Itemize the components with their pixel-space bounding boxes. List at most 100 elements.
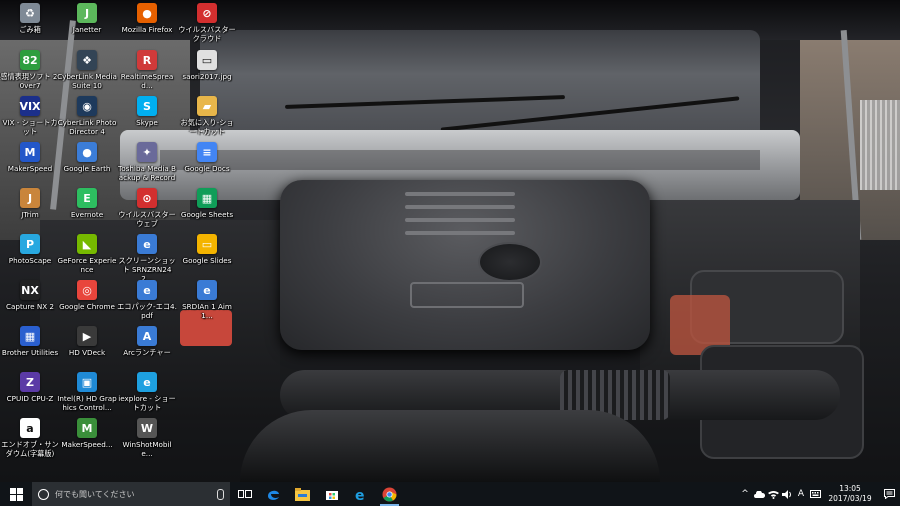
- desktop-icon-label: PhotoScape: [8, 256, 52, 265]
- desktop-icon[interactable]: ⊘ ウイルスバスター クラウド: [177, 3, 237, 43]
- desktop-icon[interactable]: ▰ お気に入り-ショートカット: [177, 96, 237, 136]
- desktop-icon[interactable]: ❖ CyberLink Media Suite 10: [57, 50, 117, 90]
- desktop-icon[interactable]: e SRDIAn 1 Aim1...: [177, 280, 237, 320]
- skype-icon: S: [137, 96, 157, 116]
- desktop-icon[interactable]: 82 感情表現ソフト 2.0ver7: [0, 50, 60, 90]
- desktop-icon[interactable]: ♻ ごみ箱: [0, 3, 60, 34]
- desktop-icon[interactable]: ✦ Toshiba Media Backup & Record: [117, 142, 177, 182]
- desktop-icon[interactable]: J JTrim: [0, 188, 60, 219]
- desktop-icon[interactable]: ▣ Intel(R) HD Graphics Control...: [57, 372, 117, 412]
- desktop-icon[interactable]: ▦ Google Sheets: [177, 188, 237, 219]
- desktop-icon[interactable]: ▦ Brother Utilities: [0, 326, 60, 357]
- arc-icon: A: [137, 326, 157, 346]
- desktop-icon[interactable]: ◣ GeForce Experience: [57, 234, 117, 274]
- desktop-icon[interactable]: R RealtimeSpread...: [117, 50, 177, 90]
- desktop-icon[interactable]: ▶ HD VDeck: [57, 326, 117, 357]
- desktop-icon-label: 感情表現ソフト 2.0ver7: [0, 72, 60, 90]
- google-sheets-icon: ▦: [197, 188, 217, 208]
- desktop-icon-label: MakerSpeed: [7, 164, 53, 173]
- makerspeed2-icon: M: [77, 418, 97, 438]
- desktop-icon-label: Google Sheets: [180, 210, 234, 219]
- image-file-icon: ▭: [197, 50, 217, 70]
- shortcut-icon: e: [137, 234, 157, 254]
- desktop-icon[interactable]: ● Mozilla Firefox: [117, 3, 177, 34]
- desktop-icon[interactable]: A Arcランチャー: [117, 326, 177, 357]
- google-docs-icon: ≡: [197, 142, 217, 162]
- srdian-icon: e: [197, 280, 217, 300]
- desktop-icon[interactable]: M MakerSpeed: [0, 142, 60, 173]
- desktop-icon-label: スクリーンショット SRNZRN242...: [118, 256, 176, 283]
- photodirector-icon: ◉: [77, 96, 97, 116]
- desktop-icon[interactable]: ◎ Google Chrome: [57, 280, 117, 311]
- google-slides-icon: ▭: [197, 234, 217, 254]
- toshiba-icon: ✦: [137, 142, 157, 162]
- desktop-icon[interactable]: Z CPUID CPU-Z: [0, 372, 60, 403]
- ie-button[interactable]: e: [346, 482, 375, 506]
- taskbar-clock[interactable]: 13:05 2017/03/19: [822, 484, 878, 504]
- cortana-icon: [38, 488, 49, 500]
- desktop-icon[interactable]: M MakerSpeed...: [57, 418, 117, 449]
- desktop-icon[interactable]: E Evernote: [57, 188, 117, 219]
- task-view-button[interactable]: [230, 482, 259, 506]
- desktop-icon-label: Capture NX 2: [5, 302, 55, 311]
- desktop-icon[interactable]: ⊙ ウイルスバスター ウェブ: [117, 188, 177, 228]
- desktop-icon[interactable]: e エコパック-エコ4.pdf: [117, 280, 177, 320]
- geforce-icon: ◣: [77, 234, 97, 254]
- desktop-icon[interactable]: NX Capture NX 2: [0, 280, 60, 311]
- desktop-icon-label: Brother Utilities: [1, 348, 59, 357]
- desktop-icon[interactable]: ▭ saori2017.jpg: [177, 50, 237, 81]
- brother-icon: ▦: [20, 326, 40, 346]
- desktop-icon[interactable]: ● Google Earth: [57, 142, 117, 173]
- desktop-icon[interactable]: P PhotoScape: [0, 234, 60, 265]
- desktop-icon[interactable]: S Skype: [117, 96, 177, 127]
- task-view-icon: [237, 490, 252, 498]
- edge-button[interactable]: [259, 482, 288, 506]
- chrome-button[interactable]: [375, 482, 404, 506]
- taskbar: 何でも聞いてください e ^ A 13:05 2017/03/19: [0, 482, 900, 506]
- winshot-icon: W: [137, 418, 157, 438]
- realtime-icon: R: [137, 50, 157, 70]
- desktop-icon[interactable]: W WinShotMobile...: [117, 418, 177, 458]
- clock-time: 13:05: [839, 484, 861, 493]
- desktop-icon-label: Google Slides: [182, 256, 232, 265]
- intel-icon: ▣: [77, 372, 97, 392]
- desktop-icon[interactable]: ◉ CyberLink PhotoDirector 4: [57, 96, 117, 136]
- desktop-icon[interactable]: a エンドオブ・サンダウム(字幕版): [0, 418, 60, 458]
- firefox-icon: ●: [137, 3, 157, 23]
- keyboard-icon[interactable]: [808, 482, 822, 506]
- makerspeed-icon: M: [20, 142, 40, 162]
- pdf-icon: e: [137, 280, 157, 300]
- desktop-icon-label: JTrim: [21, 210, 39, 219]
- desktop-icon[interactable]: ▭ Google Slides: [177, 234, 237, 265]
- desktop-icon-label: CyberLink PhotoDirector 4: [57, 118, 117, 136]
- network-icon[interactable]: [766, 482, 780, 506]
- desktop-icon[interactable]: e スクリーンショット SRNZRN242...: [117, 234, 177, 283]
- store-icon: [325, 491, 338, 500]
- start-button[interactable]: [0, 482, 32, 506]
- desktop-icon-label: CPUID CPU-Z: [6, 394, 54, 403]
- desktop-icon[interactable]: ≡ Google Docs: [177, 142, 237, 173]
- onedrive-icon[interactable]: [752, 482, 766, 506]
- clock-date: 2017/03/19: [828, 494, 872, 503]
- desktop-icon-label: Skype: [136, 118, 158, 127]
- desktop-icon[interactable]: e iexplore - ショートカット: [117, 372, 177, 412]
- desktop-icon[interactable]: J Janetter: [57, 3, 117, 34]
- ime-mode-indicator[interactable]: A: [794, 482, 808, 506]
- file-explorer-button[interactable]: [288, 482, 317, 506]
- desktop-icon[interactable]: VIX VIX - ショートカット: [0, 96, 60, 136]
- desktop-icon-label: saori2017.jpg: [182, 72, 232, 81]
- volume-icon[interactable]: [780, 482, 794, 506]
- cortana-search-box[interactable]: 何でも聞いてください: [32, 482, 230, 506]
- chrome-icon: [382, 487, 397, 501]
- folder-icon: ▰: [197, 96, 217, 116]
- cyberlink-media-icon: ❖: [77, 50, 97, 70]
- app-icon: 82: [20, 50, 40, 70]
- microphone-icon[interactable]: [217, 488, 224, 500]
- show-hidden-icons-chevron-icon[interactable]: ^: [738, 482, 752, 506]
- desktop-icon-label: Janetter: [72, 25, 102, 34]
- desktop-icon-label: Google Docs: [184, 164, 230, 173]
- action-center-button[interactable]: [878, 482, 900, 506]
- store-button[interactable]: [317, 482, 346, 506]
- internet-explorer-icon: e: [355, 488, 365, 502]
- evernote-icon: E: [77, 188, 97, 208]
